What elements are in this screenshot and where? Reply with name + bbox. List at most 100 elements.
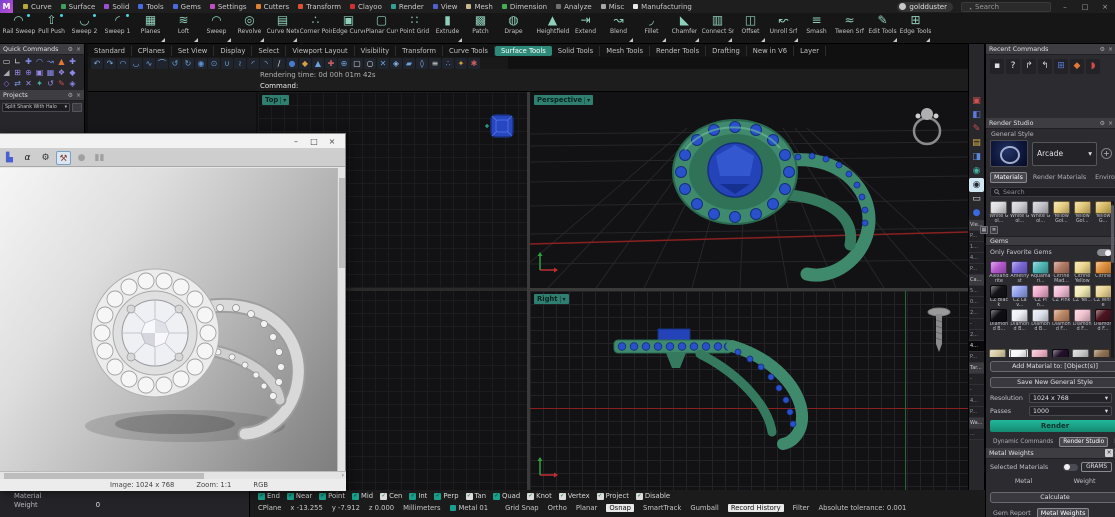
strip-tool-icon[interactable]: ◉ [969,178,984,192]
close-button[interactable]: × [1099,3,1111,11]
menu-item[interactable]: Misc [601,3,624,11]
panel-tab[interactable]: Display Modes [1111,438,1115,446]
render-window-titlebar[interactable]: – □ × [0,134,345,149]
material-tab[interactable]: Materials [990,172,1027,183]
osnap-option[interactable]: ✓ Mid [352,492,373,500]
strip-table-cell[interactable]: - [969,374,984,385]
menu-item[interactable]: Analyze [556,3,592,11]
gem-swatch[interactable]: Diamond B... [1010,309,1030,332]
quick-command-icon[interactable]: ▦ [45,67,56,78]
menu-item[interactable]: Dimension [502,3,547,11]
style-thumbnail[interactable] [990,140,1028,167]
status-toggle[interactable]: Gumball [690,504,718,512]
strip-table-cell[interactable]: Wa... [969,418,984,429]
checkbox-icon[interactable]: ✓ [352,493,359,500]
osnap-option[interactable]: ✓ Knot [527,492,552,500]
render-tool-button[interactable]: ▮▮ [92,151,107,165]
quick-command-icon[interactable]: ✚ [23,56,34,67]
quick-command-icon[interactable]: ↝ [45,56,56,67]
gem-swatch[interactable]: CZ Pin... [1031,285,1051,308]
mini-tool-icon[interactable]: ● [286,58,298,69]
units-button[interactable]: Millimeters [403,504,440,512]
quick-command-icon[interactable]: ⊞ [12,67,23,78]
toolbar-button[interactable]: ▦ Planes [134,13,167,43]
osnap-option[interactable]: ✓ Quad [493,492,520,500]
close-button[interactable]: × [325,137,339,146]
scroll-right-icon[interactable]: › [342,472,344,479]
mini-tool-icon[interactable]: ⌒ [156,58,168,69]
osnap-option[interactable]: ✓ Near [287,492,312,500]
toolbar-button[interactable]: ▤ Curve Network [266,13,299,43]
favorite-gems-toggle[interactable] [1097,249,1112,256]
toolbar-button[interactable]: ◫ Offset [734,13,767,43]
toolbar-tab[interactable]: Render Tools [650,46,706,56]
mini-tool-icon[interactable]: ⊕ [338,58,350,69]
menu-item[interactable]: Render [391,3,424,11]
render-tool-button[interactable]: ⚒ [56,151,71,165]
ring-model-perspective[interactable] [640,100,880,288]
strip-tool-icon[interactable]: ◧ [969,108,984,122]
strip-table-cell[interactable]: - [969,385,984,396]
gem-swatch[interactable]: CZ Yel... [1072,285,1092,308]
checkbox-icon[interactable]: ✓ [287,493,294,500]
checkbox-icon[interactable]: ✓ [258,493,265,500]
mini-tool-icon[interactable]: ◊ [416,58,428,69]
mini-tool-icon[interactable]: ↻ [182,58,194,69]
mini-tool-icon[interactable]: ∿ [143,58,155,69]
toolbar-button[interactable]: ◡ Sweep 2 [68,13,101,43]
checkbox-icon[interactable]: ✓ [380,493,387,500]
quick-command-icon[interactable]: ◠ [34,56,45,67]
gem-swatch[interactable] [1052,349,1069,357]
toolbar-tab[interactable]: Viewport Layout [286,46,354,56]
grams-button[interactable]: GRAMS [1081,462,1112,472]
cplane-button[interactable]: CPlane [258,504,281,512]
command-area[interactable]: Rendering time: 0d 00h 01m 42s Command: [88,69,968,92]
close-icon[interactable]: × [76,46,81,53]
render-studio-header[interactable]: Render Studio ⚙ × [986,118,1115,129]
strip-table-cell[interactable]: 1... [969,242,984,253]
strip-table-cell[interactable]: - [969,319,984,330]
close-icon[interactable]: × [1108,120,1113,127]
mini-tool-icon[interactable]: ▰ [403,58,415,69]
ring-thumbnail-model[interactable] [908,102,946,150]
material-tab[interactable]: Render Materials [1030,173,1089,182]
checkbox-icon[interactable]: ✓ [434,493,441,500]
menu-item[interactable]: View [433,3,458,11]
gem-swatch[interactable]: Alexandrite [989,261,1009,284]
scrollbar-thumb[interactable] [1111,205,1114,263]
maximize-button[interactable]: □ [1079,3,1091,11]
recent-command-button[interactable]: ? [1006,59,1020,74]
style-select[interactable]: Arcade ▾ [1032,142,1097,166]
metal-swatch[interactable]: Yellow Gol... [1052,201,1072,224]
add-material-button[interactable]: Add Material to: [Object(s)] [990,361,1115,372]
viewport-label-perspective[interactable]: Perspective ▾ [534,95,593,105]
toolbar-tab[interactable]: Set View [172,46,214,56]
gear-icon[interactable]: ⚙ [1100,120,1105,127]
strip-table-cell[interactable]: 4... [969,341,984,352]
toolbar-button[interactable]: ≈ Tween Srf [833,13,866,43]
toolbar-tab[interactable]: Display [214,46,252,56]
mini-tool-icon[interactable]: ≡ [429,58,441,69]
vertical-scrollbar[interactable] [337,168,345,471]
menu-item[interactable]: Manufacturing [633,3,692,11]
calculate-button[interactable]: Calculate [990,492,1115,503]
menu-item[interactable]: Gems [173,3,201,11]
strip-table-cell[interactable]: P... [969,352,984,363]
scrollbar-thumb[interactable] [339,178,345,268]
toolbar-tab[interactable]: Curve Tools [443,46,495,56]
command-prompt[interactable]: Command: [260,82,298,90]
toolbar-tab[interactable]: Solid Tools [552,46,600,56]
strip-tool-icon[interactable]: ▭ [969,192,984,206]
gem-swatch[interactable] [1010,349,1027,357]
gem-swatch[interactable] [1072,349,1089,357]
checkbox-icon[interactable]: ✓ [409,493,416,500]
status-toggle[interactable]: Record History [728,504,784,512]
gems-section-header[interactable]: Gems [986,236,1115,246]
toolbar-button[interactable]: ◠ Sweep [200,13,233,43]
quick-command-icon[interactable]: ▣ [34,67,45,78]
mini-tool-icon[interactable]: ↶ [91,58,103,69]
toolbar-button[interactable]: ✎ Edit Tools [866,13,899,43]
strip-table-cell[interactable]: 2... [969,330,984,341]
close-icon[interactable]: × [1105,449,1113,457]
status-toggle[interactable]: Filter [793,504,810,512]
